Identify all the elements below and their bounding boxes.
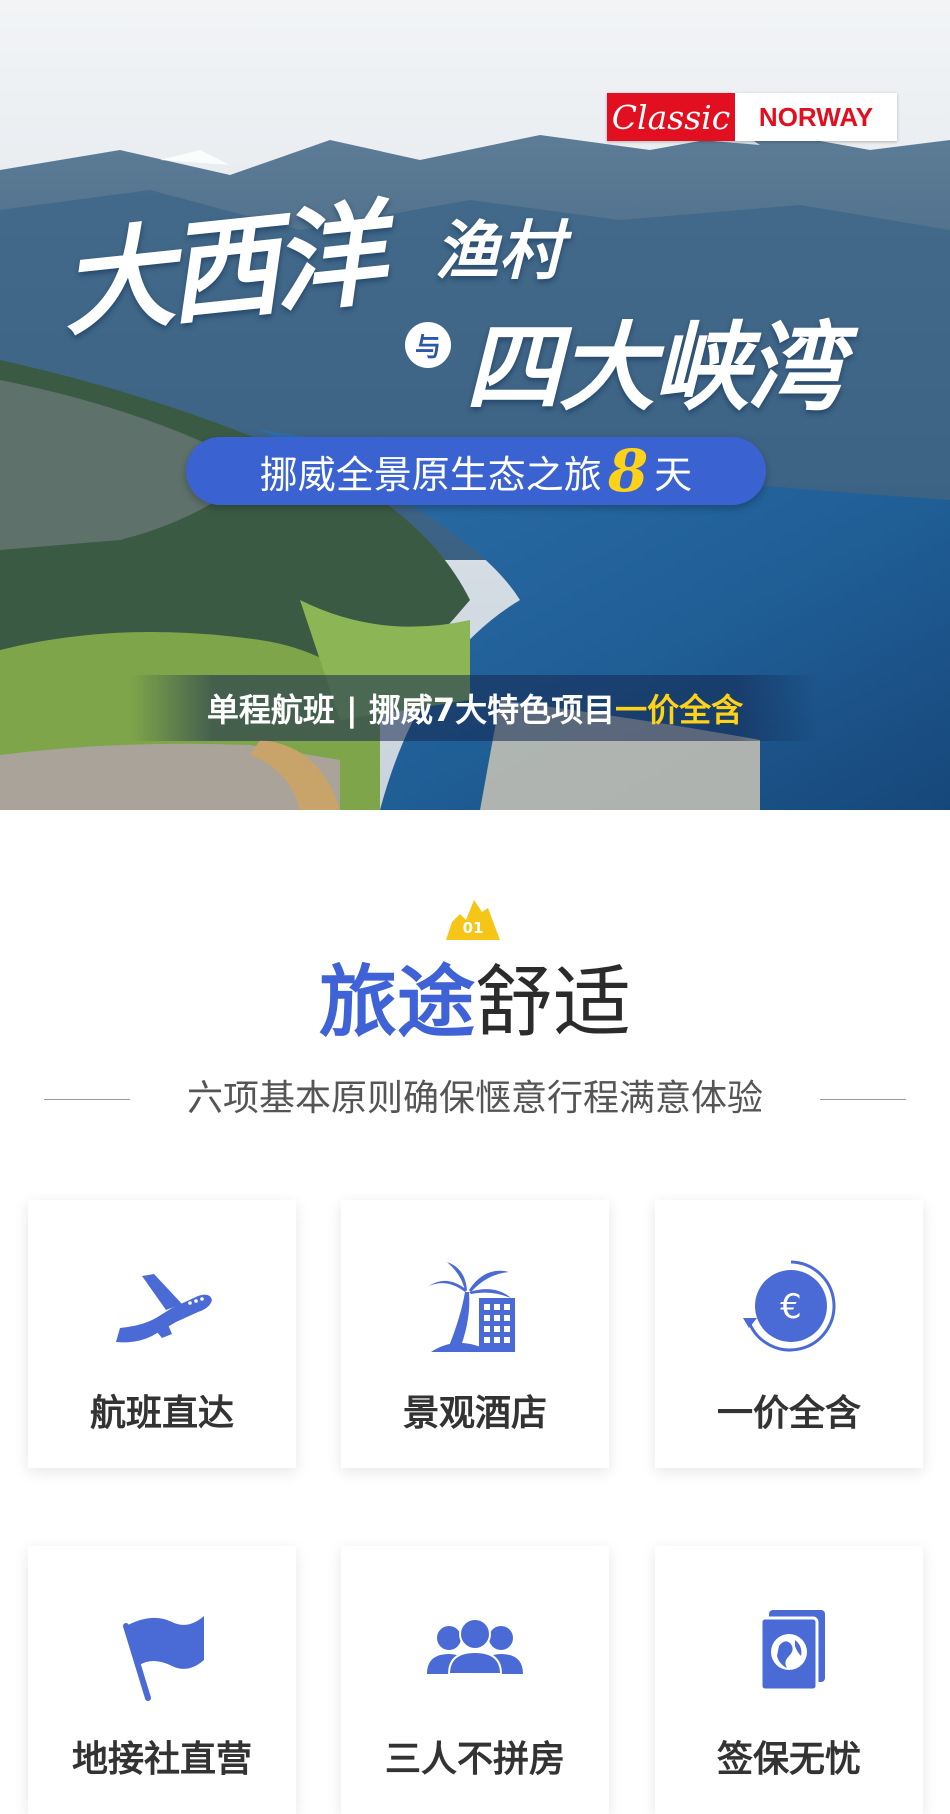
feature-card-flight: 航班直达 <box>28 1200 296 1468</box>
tagline-strip: 单程航班 | 挪威7大特色项目 一价全含 <box>130 675 820 741</box>
group-icon <box>427 1618 523 1675</box>
feature-card-no-shared-room: 三人不拼房 <box>341 1546 609 1814</box>
section-number: 01 <box>463 919 484 937</box>
pill-suffix: 天 <box>654 452 693 497</box>
pill-prefix: 挪威全景原生态之旅 <box>259 452 602 497</box>
classic-norway-badge: Classic NORWAY <box>607 93 897 141</box>
feature-label: 签保无忧 <box>716 1739 861 1780</box>
feature-card-all-inclusive: € 一价全含 <box>655 1200 923 1468</box>
badge-classic-label: Classic <box>607 93 735 141</box>
section-title: 旅途舒适 <box>0 958 950 1048</box>
trip-duration-pill: 挪威全景原生态之旅 8 天 <box>186 437 766 505</box>
strip-highlight: 一价全含 <box>615 691 744 729</box>
section-title-dark: 舒适 <box>475 958 632 1048</box>
passport-icon <box>759 1610 825 1692</box>
badge-norway-label: NORWAY <box>735 93 897 141</box>
section-subtitle: 六项基本原则确保惬意行程满意体验 <box>186 1078 763 1119</box>
feature-card-hotel: 景观酒店 <box>341 1200 609 1468</box>
title-connector: 与 <box>405 322 451 368</box>
svg-text:€: € <box>780 1287 802 1327</box>
feature-label: 一价全含 <box>716 1393 861 1434</box>
divider-right <box>820 1099 906 1100</box>
euro-coin-icon: € <box>743 1260 836 1352</box>
palm-hotel-icon <box>429 1262 515 1352</box>
feature-card-local-agency: 地接社直营 <box>28 1546 296 1814</box>
section-subtitle-row: 六项基本原则确保惬意行程满意体验 <box>0 1078 950 1120</box>
strip-text: 单程航班 | 挪威7大特色项目 <box>206 691 616 729</box>
title-big: 四大峡湾 <box>465 311 843 424</box>
title-small: 渔村 <box>435 214 563 289</box>
section-title-blue: 旅途 <box>318 958 475 1048</box>
title-main: 大西洋 <box>55 188 385 353</box>
feature-label: 三人不拼房 <box>384 1739 565 1780</box>
mountain-number-badge: 01 <box>446 900 500 940</box>
hero-banner: Classic NORWAY 大西洋 渔村 与 四大峡湾 挪威全景原生态之旅 8… <box>0 0 950 810</box>
feature-label: 航班直达 <box>89 1393 234 1434</box>
feature-label: 地接社直营 <box>71 1739 252 1780</box>
pill-days: 8 <box>607 437 649 505</box>
feature-label: 景观酒店 <box>402 1393 547 1434</box>
flag-icon <box>123 1616 204 1701</box>
feature-card-visa-insurance: 签保无忧 <box>655 1546 923 1814</box>
airplane-icon <box>116 1274 212 1343</box>
